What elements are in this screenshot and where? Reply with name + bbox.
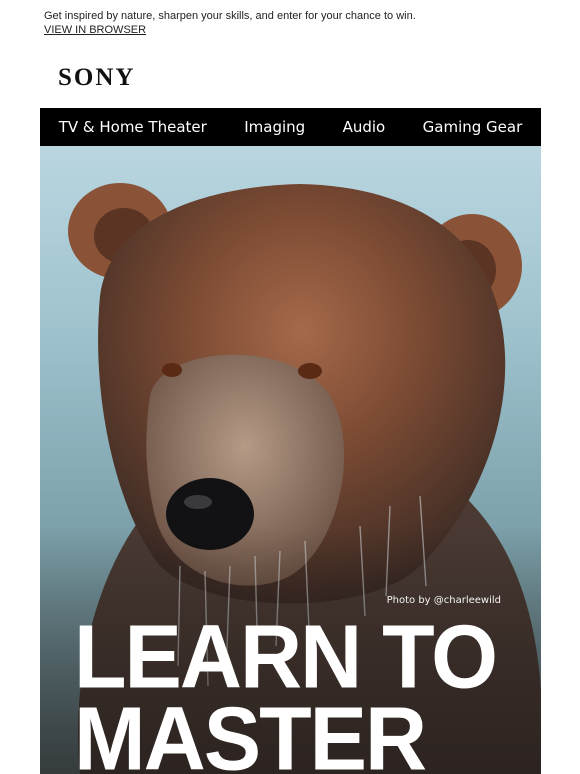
bear-left-eye: [162, 363, 182, 377]
photo-credit: Photo by @charleewild: [386, 595, 501, 606]
nav-item-tv-home-theater[interactable]: TV & Home Theater: [59, 118, 207, 136]
bear-right-eye: [298, 363, 322, 379]
headline-line-2: MASTER: [74, 688, 427, 774]
view-in-browser-link[interactable]: VIEW IN BROWSER: [44, 23, 416, 37]
nav-item-imaging[interactable]: Imaging: [244, 118, 305, 136]
preheader-text: Get inspired by nature, sharpen your ski…: [44, 10, 416, 22]
main-nav: TV & Home Theater Imaging Audio Gaming G…: [40, 108, 541, 146]
headline-line-1: LEARN TO: [74, 606, 498, 708]
hero-banner[interactable]: Photo by @charleewild LEARN TO MASTER: [40, 146, 541, 774]
nav-item-gaming-gear[interactable]: Gaming Gear: [423, 118, 523, 136]
preheader: Get inspired by nature, sharpen your ski…: [44, 9, 416, 37]
nav-item-audio[interactable]: Audio: [343, 118, 386, 136]
hero-headline: LEARN TO MASTER: [74, 606, 498, 774]
sony-logo[interactable]: SONY: [58, 64, 135, 92]
